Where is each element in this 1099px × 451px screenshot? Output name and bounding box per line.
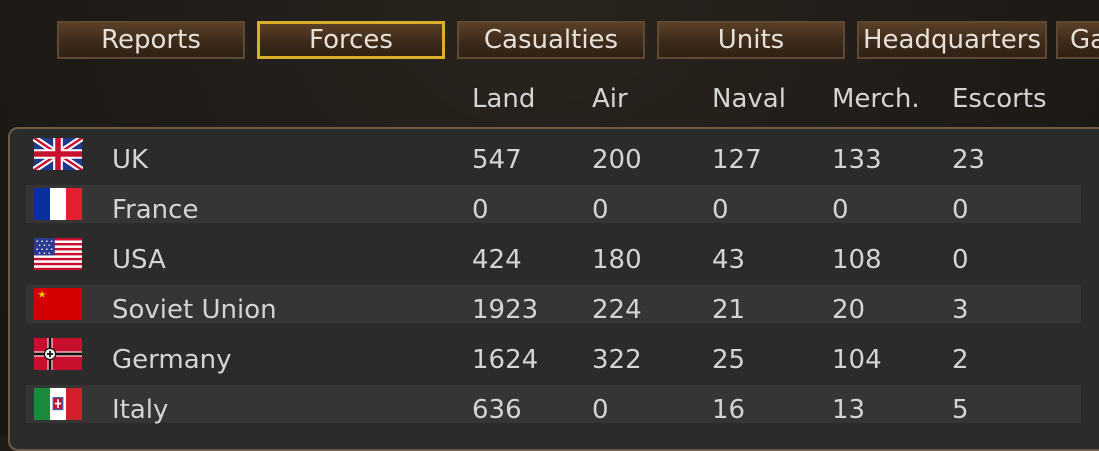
cell-land: 636	[472, 395, 522, 425]
country-name: UK	[112, 145, 149, 175]
cell-land: 1624	[472, 345, 539, 375]
tab-forces[interactable]: Forces	[257, 21, 445, 59]
table-row	[26, 385, 1081, 423]
cell-escorts: 0	[952, 195, 969, 225]
cell-air: 200	[592, 145, 642, 175]
cell-land: 547	[472, 145, 522, 175]
tab-units[interactable]: Units	[657, 21, 845, 59]
germany-flag-icon	[33, 338, 83, 370]
cell-land: 0	[472, 195, 489, 225]
usa-flag-icon	[33, 238, 83, 270]
country-name: USA	[112, 245, 166, 275]
column-header-air: Air	[592, 84, 628, 114]
cell-air: 322	[592, 345, 642, 375]
country-name: Germany	[112, 345, 232, 375]
tab-headquarters[interactable]: Headquarters	[857, 21, 1047, 59]
cell-merch: 0	[832, 195, 849, 225]
cell-air: 0	[592, 195, 609, 225]
cell-merch: 13	[832, 395, 866, 425]
cell-escorts: 3	[952, 295, 969, 325]
soviet-flag-icon	[33, 288, 83, 320]
cell-escorts: 23	[952, 145, 986, 175]
cell-naval: 43	[712, 245, 746, 275]
cell-naval: 0	[712, 195, 729, 225]
france-flag-icon	[33, 188, 83, 220]
column-header-merch: Merch.	[832, 84, 920, 114]
tab-casualties[interactable]: Casualties	[457, 21, 645, 59]
cell-land: 1923	[472, 295, 539, 325]
italy-flag-icon	[33, 388, 83, 420]
table-row	[26, 135, 1081, 173]
cell-escorts: 2	[952, 345, 969, 375]
cell-naval: 16	[712, 395, 746, 425]
column-header-escorts: Escorts	[952, 84, 1047, 114]
country-name: France	[112, 195, 199, 225]
cell-merch: 104	[832, 345, 882, 375]
tab-reports[interactable]: Reports	[57, 21, 245, 59]
cell-naval: 25	[712, 345, 746, 375]
cell-air: 180	[592, 245, 642, 275]
tab-bar: Reports Forces Casualties Units Headquar…	[57, 19, 1099, 63]
country-name: Soviet Union	[112, 295, 277, 325]
cell-air: 224	[592, 295, 642, 325]
cell-merch: 20	[832, 295, 866, 325]
column-header-naval: Naval	[712, 84, 786, 114]
cell-naval: 21	[712, 295, 746, 325]
cell-escorts: 0	[952, 245, 969, 275]
tab-ga[interactable]: Ga	[1056, 21, 1099, 59]
cell-land: 424	[472, 245, 522, 275]
table-row	[26, 235, 1081, 273]
country-name: Italy	[112, 395, 169, 425]
uk-flag-icon	[33, 138, 83, 170]
cell-naval: 127	[712, 145, 762, 175]
cell-escorts: 5	[952, 395, 969, 425]
column-header-land: Land	[472, 84, 536, 114]
cell-merch: 133	[832, 145, 882, 175]
cell-merch: 108	[832, 245, 882, 275]
cell-air: 0	[592, 395, 609, 425]
